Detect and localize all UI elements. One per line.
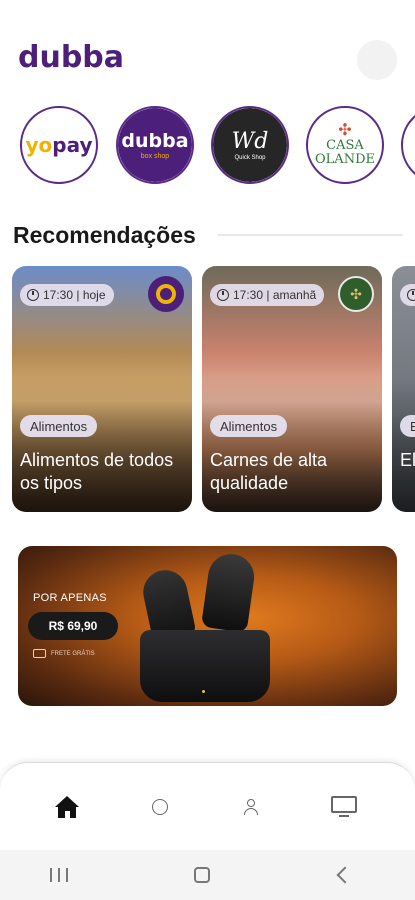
earbud-right: [200, 551, 258, 633]
circle-icon: [152, 799, 168, 815]
yopay-badge-icon: [156, 284, 176, 304]
store-yopay-logo: yopay: [22, 108, 96, 182]
store-dubba-name: dubba: [121, 130, 189, 152]
system-nav-bar: [0, 850, 415, 900]
nav-profile[interactable]: [236, 793, 266, 821]
avatar[interactable]: [357, 40, 397, 80]
monitor-icon: [331, 796, 357, 818]
store-yopay[interactable]: yopay: [20, 106, 98, 184]
recommendations-carousel[interactable]: 17:30 | hoje Alimentos Alimentos de todo…: [12, 266, 415, 514]
nav-tv[interactable]: [329, 793, 359, 821]
clock-icon: [407, 289, 415, 301]
recommendation-card[interactable]: El El m: [392, 266, 415, 512]
section-divider: [218, 234, 403, 236]
windmill-icon: ✣: [350, 285, 362, 302]
header: dubba: [0, 0, 415, 100]
store-casa-line1: CASA: [326, 138, 364, 154]
store-badge-casa: ✣: [338, 276, 374, 312]
promo-label: POR APENAS: [33, 592, 107, 604]
bottom-nav: [0, 762, 415, 850]
back-button[interactable]: [335, 864, 355, 886]
recents-button[interactable]: [49, 864, 69, 886]
card-time: 17:30 | hoje: [43, 288, 106, 302]
stores-carousel[interactable]: yopay dubba box shop Wd Quick Shop ✣ CAS…: [20, 106, 415, 188]
time-chip: 17:30 | amanhã: [210, 284, 325, 306]
home-icon: [55, 796, 79, 818]
system-home-icon: [194, 867, 210, 883]
section-title: Recomendações: [13, 222, 196, 248]
nav-circle[interactable]: [145, 793, 175, 821]
time-chip: 17:30 | hoje: [20, 284, 114, 306]
clock-icon: [27, 289, 39, 301]
store-next[interactable]: [401, 106, 415, 184]
earbuds-image: [136, 551, 272, 702]
user-icon: [243, 799, 259, 815]
free-shipping-label: FRETE GRÁTIS: [51, 650, 95, 657]
earbuds-case: [140, 630, 270, 702]
system-home-button[interactable]: [192, 864, 212, 886]
clock-icon: [217, 289, 229, 301]
store-dubba-logo: dubba box shop: [118, 108, 192, 182]
app-screen: dubba yopay dubba box shop Wd Quick Shop…: [0, 0, 415, 900]
time-chip: [400, 284, 415, 306]
store-wd-logo: Wd Quick Shop: [213, 108, 287, 182]
store-wd-name: Wd: [231, 129, 269, 154]
store-casa-logo: ✣ CASA OLANDE: [308, 108, 382, 182]
recents-icon: [50, 868, 68, 882]
category-chip: El: [400, 415, 415, 437]
store-wd-subtitle: Quick Shop: [234, 155, 266, 161]
card-title: El m: [400, 450, 415, 470]
case-led: [202, 690, 205, 693]
card-title: Alimentos de todos os tipos: [20, 450, 174, 493]
store-dubba[interactable]: dubba box shop: [116, 106, 194, 184]
store-wd[interactable]: Wd Quick Shop: [211, 106, 289, 184]
recommendation-card[interactable]: 17:30 | hoje Alimentos Alimentos de todo…: [12, 266, 192, 512]
store-badge-yopay: [148, 276, 184, 312]
recommendation-card[interactable]: 17:30 | amanhã ✣ Alimentos Carnes de alt…: [202, 266, 382, 512]
category-chip: Alimentos: [210, 415, 288, 437]
card-title: Carnes de alta qualidade: [210, 450, 328, 493]
truck-icon: [33, 649, 46, 658]
store-casa-line2: OLANDE: [315, 152, 375, 167]
app-logo: dubba: [18, 40, 125, 75]
back-icon: [336, 866, 354, 884]
card-time: 17:30 | amanhã: [233, 288, 317, 302]
store-dubba-subtitle: box shop: [140, 153, 170, 160]
windmill-icon: ✣: [338, 122, 352, 140]
promo-price: R$ 69,90: [28, 612, 118, 640]
store-yopay-suffix: pay: [52, 133, 93, 157]
nav-home[interactable]: [52, 793, 82, 821]
category-chip: Alimentos: [20, 415, 98, 437]
store-yopay-prefix: yo: [25, 133, 53, 157]
promo-banner[interactable]: POR APENAS R$ 69,90 FRETE GRÁTIS: [18, 546, 397, 706]
store-casa-holandesa[interactable]: ✣ CASA OLANDE: [306, 106, 384, 184]
free-shipping: FRETE GRÁTIS: [33, 649, 95, 658]
